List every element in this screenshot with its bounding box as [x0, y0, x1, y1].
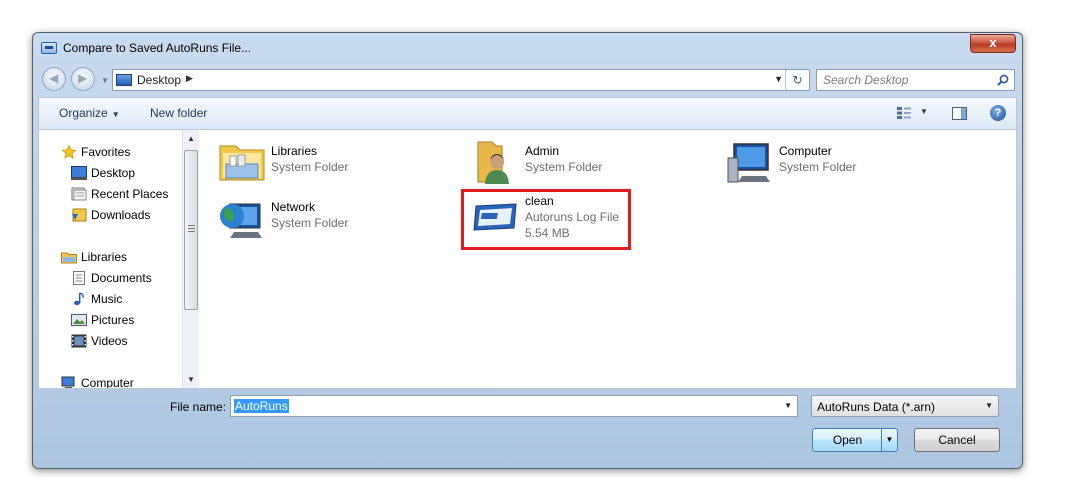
sidebar-item-label: Favorites: [81, 145, 131, 159]
sidebar-item-label: Music: [91, 292, 123, 306]
star-icon: [61, 145, 77, 159]
address-bar[interactable]: Desktop ▶ ▼ ↻: [112, 69, 810, 91]
browser-body: Favorites Desktop Recent Places Download…: [38, 129, 1017, 389]
sidebar-item-label: Videos: [91, 334, 128, 348]
recent-places-icon: [71, 187, 87, 201]
preview-pane-icon[interactable]: [952, 107, 967, 120]
downloads-icon: [72, 208, 87, 222]
navigation-pane[interactable]: Favorites Desktop Recent Places Download…: [39, 130, 199, 388]
breadcrumb-desktop[interactable]: Desktop: [137, 73, 181, 87]
computer-icon: [727, 143, 770, 183]
search-icon[interactable]: [997, 74, 1009, 86]
libraries-folder-icon: [219, 145, 265, 181]
file-type: System Folder: [525, 160, 603, 174]
videos-icon: [71, 334, 87, 348]
breadcrumb-chevron-icon[interactable]: ▶: [186, 73, 193, 84]
file-type: System Folder: [271, 216, 349, 230]
back-arrow-icon: ◀: [49, 71, 59, 85]
window-title: Compare to Saved AutoRuns File...: [63, 41, 252, 55]
file-type-select[interactable]: AutoRuns Data (*.arn) ▼: [811, 395, 999, 417]
dialog-footer: File name: AutoRuns ▼ AutoRuns Data (*.a…: [38, 389, 1017, 465]
network-icon: [220, 203, 262, 238]
open-options-dropdown-icon[interactable]: ▼: [881, 429, 897, 451]
forward-arrow-icon: ▶: [78, 71, 88, 85]
back-button[interactable]: ◀: [42, 67, 66, 91]
autoruns-app-icon: [41, 42, 57, 54]
open-button-label: Open: [832, 433, 863, 447]
title-bar[interactable]: Compare to Saved AutoRuns File... x: [33, 33, 1022, 61]
cancel-button[interactable]: Cancel: [914, 428, 1000, 452]
file-name-input[interactable]: AutoRuns ▼: [230, 395, 798, 417]
organize-label: Organize: [59, 106, 108, 120]
user-folder-icon: [477, 141, 509, 184]
change-view-icon[interactable]: [897, 107, 911, 119]
refresh-icon[interactable]: ↻: [785, 70, 809, 90]
navigation-scrollbar[interactable]: ▲ ▼: [182, 130, 199, 388]
search-placeholder: Search Desktop: [823, 73, 909, 87]
music-icon: [74, 292, 84, 306]
recent-locations-dropdown-icon[interactable]: ▼: [101, 76, 109, 85]
scroll-thumb[interactable]: [184, 150, 198, 310]
sidebar-item-label: Recent Places: [91, 187, 169, 201]
scroll-grip-icon: [188, 225, 195, 232]
file-type-value: AutoRuns Data (*.arn): [817, 400, 936, 414]
scroll-up-icon[interactable]: ▲: [183, 130, 199, 147]
file-item-admin[interactable]: Admin System Folder: [472, 136, 702, 188]
open-button[interactable]: Open ▼: [812, 428, 898, 452]
file-type: System Folder: [271, 160, 349, 174]
file-item-computer[interactable]: Computer System Folder: [726, 136, 956, 188]
address-dropdown-icon[interactable]: ▼: [774, 74, 783, 84]
file-open-dialog: Compare to Saved AutoRuns File... x ◀ ▶ …: [32, 32, 1023, 469]
file-name-label: File name:: [170, 400, 227, 414]
command-toolbar: Organize ▼ New folder ▼ ?: [38, 97, 1017, 129]
sidebar-item-label: Desktop: [91, 166, 136, 180]
close-button[interactable]: x: [970, 34, 1016, 53]
file-name: Network: [271, 200, 316, 214]
file-item-libraries[interactable]: Libraries System Folder: [218, 136, 448, 188]
file-item-network[interactable]: Network System Folder: [218, 192, 448, 244]
file-list[interactable]: Libraries System Folder Admin System Fol…: [204, 130, 1016, 388]
file-name: Computer: [779, 144, 832, 158]
highlight-box: [461, 189, 631, 250]
file-name: Admin: [525, 144, 560, 158]
computer-icon: [61, 376, 75, 388]
desktop-icon: [116, 74, 132, 86]
file-name-dropdown-icon[interactable]: ▼: [784, 401, 792, 410]
file-name-value: AutoRuns: [234, 399, 289, 413]
view-dropdown-icon[interactable]: ▼: [920, 107, 928, 116]
scroll-down-icon[interactable]: ▼: [183, 371, 199, 388]
desktop-icon: [71, 166, 87, 180]
address-row: ◀ ▶ ▼ Desktop ▶ ▼ ↻ Search Desktop: [33, 63, 1022, 93]
libraries-icon: [61, 252, 77, 264]
forward-button[interactable]: ▶: [71, 67, 95, 91]
documents-icon: [73, 271, 85, 285]
file-type: System Folder: [779, 160, 857, 174]
sidebar-item-label: Downloads: [91, 208, 151, 222]
help-icon[interactable]: ?: [990, 105, 1006, 121]
file-name: Libraries: [271, 144, 318, 158]
sidebar-item-label: Pictures: [91, 313, 135, 327]
new-folder-button[interactable]: New folder: [150, 106, 207, 120]
file-type-dropdown-icon: ▼: [985, 401, 993, 410]
search-input[interactable]: Search Desktop: [816, 69, 1015, 91]
sidebar-item-label: Documents: [91, 271, 152, 285]
sidebar-item-label: Libraries: [81, 250, 128, 264]
organize-button[interactable]: Organize ▼: [59, 106, 120, 120]
organize-dropdown-icon: ▼: [111, 110, 120, 119]
sidebar-item-label: Computer: [81, 376, 134, 388]
pictures-icon: [71, 314, 87, 326]
